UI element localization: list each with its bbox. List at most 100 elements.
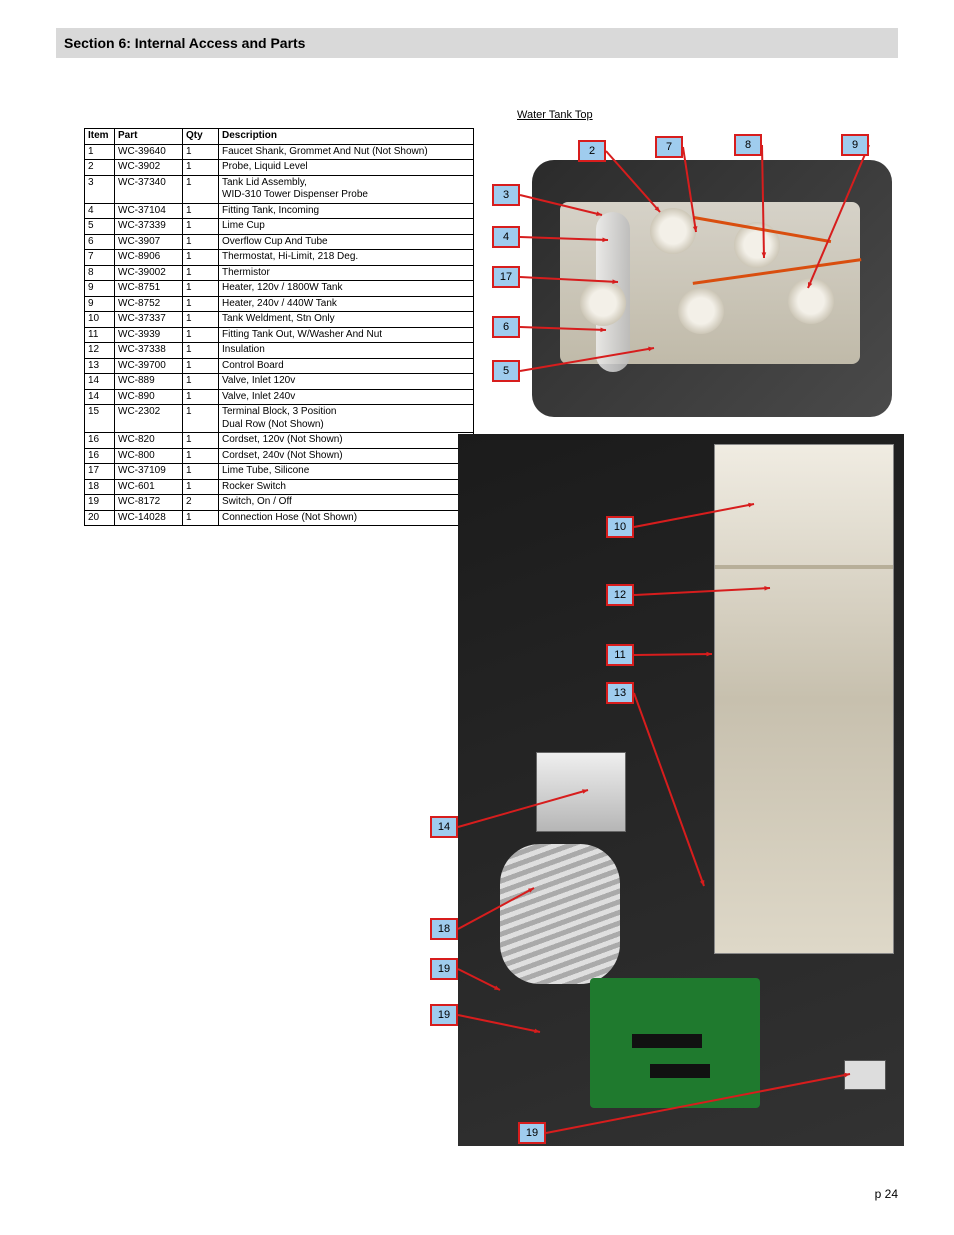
cell-qty: 1 xyxy=(183,250,219,266)
cell-part: WC-890 xyxy=(115,389,183,405)
table-row: 2WC-39021Probe, Liquid Level xyxy=(85,160,474,176)
cell-part: WC-8751 xyxy=(115,281,183,297)
table-row: 12WC-373381Insulation xyxy=(85,343,474,359)
callout-box: 14 xyxy=(430,816,458,838)
cell-item: 15 xyxy=(85,405,115,433)
table-row: 9WC-87511Heater, 120v / 1800W Tank xyxy=(85,281,474,297)
callout-box: 19 xyxy=(430,1004,458,1026)
cell-item: 16 xyxy=(85,433,115,449)
cell-item: 20 xyxy=(85,510,115,526)
cell-desc: Cordset, 240v (Not Shown) xyxy=(219,448,474,464)
cell-item: 11 xyxy=(85,327,115,343)
table-row: 3WC-373401Tank Lid Assembly, WID-310 Tow… xyxy=(85,175,474,203)
cell-qty: 1 xyxy=(183,219,219,235)
cell-part: WC-601 xyxy=(115,479,183,495)
figure-1-title: Water Tank Top xyxy=(517,109,593,121)
callout-box: 9 xyxy=(841,134,869,156)
cell-item: 4 xyxy=(85,203,115,219)
cell-part: WC-8752 xyxy=(115,296,183,312)
cell-part: WC-37339 xyxy=(115,219,183,235)
cell-desc: Connection Hose (Not Shown) xyxy=(219,510,474,526)
cell-desc: Rocker Switch xyxy=(219,479,474,495)
tank-port xyxy=(788,278,834,324)
chip xyxy=(632,1034,702,1048)
tank-port xyxy=(678,288,724,334)
callout-box: 7 xyxy=(655,136,683,158)
cell-item: 3 xyxy=(85,175,115,203)
cell-qty: 1 xyxy=(183,374,219,390)
callout-box: 3 xyxy=(492,184,520,206)
callout-box: 2 xyxy=(578,140,606,162)
cell-qty: 1 xyxy=(183,296,219,312)
cell-item: 16 xyxy=(85,448,115,464)
table-row: 1WC-396401Faucet Shank, Grommet And Nut … xyxy=(85,144,474,160)
cell-qty: 1 xyxy=(183,175,219,203)
callout-box: 19 xyxy=(430,958,458,980)
section-header: Section 6: Internal Access and Parts xyxy=(56,28,898,58)
cell-item: 18 xyxy=(85,479,115,495)
cell-item: 9 xyxy=(85,281,115,297)
cell-qty: 1 xyxy=(183,203,219,219)
cell-part: WC-2302 xyxy=(115,405,183,433)
rocker-switch xyxy=(844,1060,886,1090)
section-title: Section 6: Internal Access and Parts xyxy=(64,35,305,51)
table-row: 9WC-87521Heater, 240v / 440W Tank xyxy=(85,296,474,312)
cell-part: WC-37338 xyxy=(115,343,183,359)
cell-part: WC-800 xyxy=(115,448,183,464)
col-header-part: Part xyxy=(115,129,183,145)
cell-desc: Faucet Shank, Grommet And Nut (Not Shown… xyxy=(219,144,474,160)
cell-part: WC-14028 xyxy=(115,510,183,526)
table-row: 6WC-39071Overflow Cup And Tube xyxy=(85,234,474,250)
table-row: 5WC-373391Lime Cup xyxy=(85,219,474,235)
callout-box: 18 xyxy=(430,918,458,940)
cell-qty: 1 xyxy=(183,144,219,160)
cell-qty: 1 xyxy=(183,479,219,495)
table-row: 19WC-81722Switch, On / Off xyxy=(85,495,474,511)
cell-item: 5 xyxy=(85,219,115,235)
cell-qty: 1 xyxy=(183,405,219,433)
callout-box: 8 xyxy=(734,134,762,156)
cell-item: 2 xyxy=(85,160,115,176)
cell-qty: 1 xyxy=(183,464,219,480)
table-row: 16WC-8201Cordset, 120v (Not Shown) xyxy=(85,433,474,449)
cell-item: 7 xyxy=(85,250,115,266)
tank-port xyxy=(580,280,626,326)
callout-box: 17 xyxy=(492,266,520,288)
callout-box: 4 xyxy=(492,226,520,248)
figure-1-photo xyxy=(532,160,892,417)
page-number: p 24 xyxy=(875,1187,898,1201)
cell-qty: 1 xyxy=(183,358,219,374)
cell-part: WC-3939 xyxy=(115,327,183,343)
table-row: 14WC-8901Valve, Inlet 240v xyxy=(85,389,474,405)
parts-table: Item Part Qty Description 1WC-396401Fauc… xyxy=(84,128,474,526)
cell-desc: Insulation xyxy=(219,343,474,359)
cell-desc: Fitting Tank, Incoming xyxy=(219,203,474,219)
table-row: 15WC-23021Terminal Block, 3 Position Dua… xyxy=(85,405,474,433)
inlet-valve xyxy=(536,752,626,832)
cell-desc: Cordset, 120v (Not Shown) xyxy=(219,433,474,449)
cell-desc: Thermostat, Hi-Limit, 218 Deg. xyxy=(219,250,474,266)
cell-part: WC-37340 xyxy=(115,175,183,203)
cell-desc: Valve, Inlet 240v xyxy=(219,389,474,405)
cell-desc: Probe, Liquid Level xyxy=(219,160,474,176)
table-row: 20WC-140281Connection Hose (Not Shown) xyxy=(85,510,474,526)
cell-part: WC-820 xyxy=(115,433,183,449)
cell-qty: 1 xyxy=(183,312,219,328)
cell-qty: 1 xyxy=(183,327,219,343)
chip xyxy=(650,1064,710,1078)
cell-qty: 1 xyxy=(183,281,219,297)
cell-item: 8 xyxy=(85,265,115,281)
cell-desc: Overflow Cup And Tube xyxy=(219,234,474,250)
cell-desc: Valve, Inlet 120v xyxy=(219,374,474,390)
cell-part: WC-37104 xyxy=(115,203,183,219)
cell-item: 19 xyxy=(85,495,115,511)
cell-qty: 1 xyxy=(183,389,219,405)
cell-desc: Lime Cup xyxy=(219,219,474,235)
table-row: 7WC-89061Thermostat, Hi-Limit, 218 Deg. xyxy=(85,250,474,266)
cell-item: 9 xyxy=(85,296,115,312)
figure-2-photo xyxy=(458,434,904,1146)
callout-box: 11 xyxy=(606,644,634,666)
cell-part: WC-39002 xyxy=(115,265,183,281)
cell-part: WC-37337 xyxy=(115,312,183,328)
col-header-desc: Description xyxy=(219,129,474,145)
